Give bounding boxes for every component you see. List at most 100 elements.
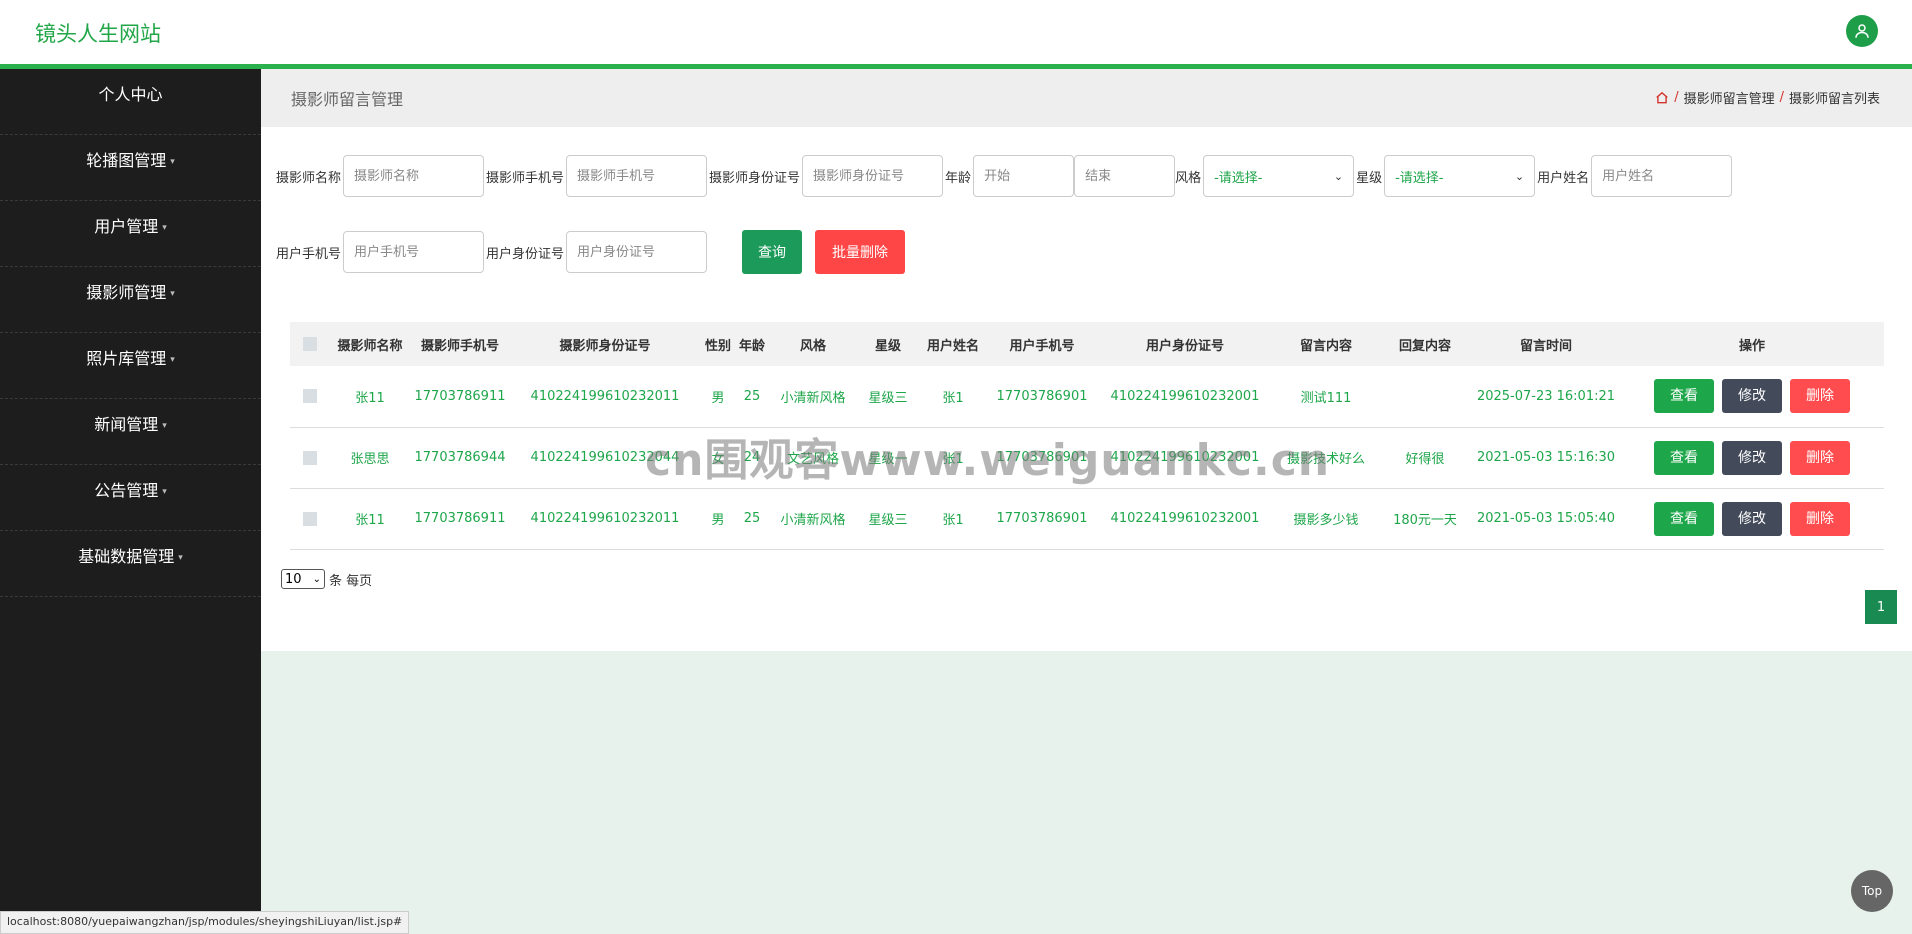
user-id-input[interactable]: [566, 231, 708, 273]
age-start-input[interactable]: [973, 155, 1075, 197]
caret-down-icon: ▾: [178, 552, 183, 563]
style-select-value: -请选择-: [1214, 170, 1263, 186]
table-cell: 张思思: [350, 452, 390, 467]
page-title: 摄影师留言管理: [291, 90, 404, 109]
row-checkbox[interactable]: [303, 389, 317, 404]
table-cell: 2021-05-03 15:05:40: [1476, 511, 1616, 526]
table-cell: 2025-07-23 16:01:21: [1476, 388, 1616, 404]
column-header: 留言内容: [1299, 338, 1352, 354]
table-cell: 好得很: [1405, 452, 1445, 467]
caret-down-icon: ▾: [170, 354, 175, 365]
table-cell: 张1: [942, 452, 964, 467]
photographer-id-input[interactable]: [802, 155, 944, 197]
user-name-label: 用户姓名: [1537, 170, 1590, 186]
page-size-value: 10: [285, 571, 302, 587]
caret-down-icon: ▾: [162, 486, 167, 497]
photographer-name-input[interactable]: [343, 155, 485, 197]
breadcrumb-separator: /: [1674, 90, 1679, 105]
sidebar: 个人中心 轮播图管理 ▾ 用户管理 ▾ 摄影师管理 ▾ 照片库管理 ▾ 新闻管理 ▾ 公告管理 ▾ 基础数…: [0, 69, 261, 932]
sidebar-item[interactable]: 用户管理 ▾: [0, 201, 261, 267]
back-to-top-button[interactable]: Top: [1851, 870, 1893, 912]
sidebar-item[interactable]: 新闻管理 ▾: [0, 399, 261, 465]
breadcrumb-item-1[interactable]: 摄影师留言管理: [1684, 88, 1775, 107]
view-button[interactable]: 查看: [1654, 501, 1714, 536]
sidebar-item-label: 用户管理: [94, 217, 159, 236]
row-actions: 查看 修改 删除: [1620, 366, 1884, 427]
delete-button[interactable]: 删除: [1790, 501, 1850, 536]
table-cell: 张1: [942, 390, 964, 406]
user-id-label: 用户身份证号: [486, 246, 565, 262]
table-cell: 17703786944: [414, 450, 506, 465]
user-name-input[interactable]: [1591, 155, 1733, 197]
view-button[interactable]: 查看: [1654, 379, 1714, 414]
column-header: 年龄: [738, 338, 765, 354]
sidebar-item[interactable]: 照片库管理 ▾: [0, 333, 261, 399]
table-cell: 17703786901: [996, 388, 1088, 404]
caret-down-icon: ▾: [170, 288, 175, 299]
user-phone-label: 用户手机号: [276, 246, 342, 262]
page-number-current[interactable]: 1: [1865, 590, 1897, 624]
level-select[interactable]: -请选择- ⌄: [1384, 155, 1536, 197]
row-checkbox[interactable]: [303, 450, 317, 465]
table-cell: 张11: [355, 390, 385, 406]
column-header: 性别: [704, 338, 731, 354]
table-cell: 410224199610232011: [530, 388, 680, 404]
table-cell: 测试111: [1300, 390, 1352, 406]
view-button[interactable]: 查看: [1654, 440, 1714, 475]
style-select[interactable]: -请选择- ⌄: [1203, 155, 1355, 197]
sidebar-item-label: 个人中心: [98, 85, 163, 104]
row-actions: 查看 修改 删除: [1620, 427, 1884, 488]
delete-button[interactable]: 删除: [1790, 440, 1850, 475]
table-cell: 410224199610232011: [530, 511, 680, 526]
sidebar-item[interactable]: 基础数据管理 ▾: [0, 531, 261, 597]
table-cell: 410224199610232001: [1110, 388, 1260, 404]
age-end-input[interactable]: [1074, 155, 1176, 197]
chevron-down-icon: ⌄: [312, 573, 321, 585]
page-size-text: 条 每页: [329, 573, 373, 589]
column-header: 星级: [874, 338, 901, 354]
user-avatar-button[interactable]: [1846, 15, 1878, 47]
table-row: 张思思 17703786944 410224199610232044 女 24 文艺风格 星…: [290, 427, 1884, 488]
column-header: 风格: [799, 338, 826, 354]
table-cell: 17703786911: [414, 388, 506, 404]
chevron-down-icon: ⌄: [1333, 169, 1344, 183]
user-phone-input[interactable]: [343, 231, 485, 273]
chevron-down-icon: ⌄: [1514, 169, 1525, 183]
style-label: 风格: [1175, 170, 1202, 186]
batch-delete-button[interactable]: 批量删除: [815, 230, 906, 274]
edit-button[interactable]: 修改: [1722, 501, 1782, 536]
table-cell: 男: [711, 390, 725, 406]
table-cell: 24: [743, 450, 761, 465]
column-header: 用户手机号: [1009, 338, 1075, 354]
delete-button[interactable]: 删除: [1790, 379, 1850, 414]
table-cell: 星级一: [868, 452, 908, 467]
column-header: 摄影师手机号: [420, 338, 499, 354]
breadcrumb-separator: /: [1779, 90, 1784, 105]
table-cell: 摄影多少钱: [1293, 513, 1359, 528]
edit-button[interactable]: 修改: [1722, 440, 1782, 475]
table-header-row: 摄影师名称 摄影师手机号 摄影师身份证号 性别 年龄 风格 星级 用户姓名 用户手机号 用户身份证…: [290, 322, 1884, 366]
sidebar-item[interactable]: 公告管理 ▾: [0, 465, 261, 531]
sidebar-item[interactable]: 个人中心: [0, 69, 261, 135]
page-size-select[interactable]: 10 ⌄: [281, 569, 325, 589]
caret-down-icon: ▾: [170, 156, 175, 167]
caret-down-icon: ▾: [162, 420, 167, 431]
user-icon: [1855, 24, 1869, 38]
table-cell: 17703786901: [996, 450, 1088, 465]
table-cell: 25: [743, 388, 761, 404]
search-row-1: 摄影师名称 摄影师手机号 摄影师身份证号 年龄 风格 -请选择- ⌄ 星级 -请…: [276, 155, 1733, 197]
edit-button[interactable]: 修改: [1722, 379, 1782, 414]
sidebar-item[interactable]: 轮播图管理 ▾: [0, 135, 261, 201]
row-checkbox[interactable]: [303, 511, 317, 526]
column-header: 回复内容: [1398, 338, 1451, 354]
top-header: 镜头人生网站: [0, 0, 1912, 69]
photographer-phone-input[interactable]: [566, 155, 708, 197]
home-icon[interactable]: [1655, 91, 1669, 105]
select-all-checkbox[interactable]: [303, 337, 317, 351]
site-brand[interactable]: 镜头人生网站: [35, 18, 161, 48]
query-button[interactable]: 查询: [742, 230, 803, 274]
title-bar: 摄影师留言管理 / 摄影师留言管理 / 摄影师留言列表: [261, 69, 1912, 127]
sidebar-item[interactable]: 摄影师管理 ▾: [0, 267, 261, 333]
row-actions: 查看 修改 删除: [1620, 488, 1884, 549]
table-cell: 小清新风格: [780, 390, 846, 406]
